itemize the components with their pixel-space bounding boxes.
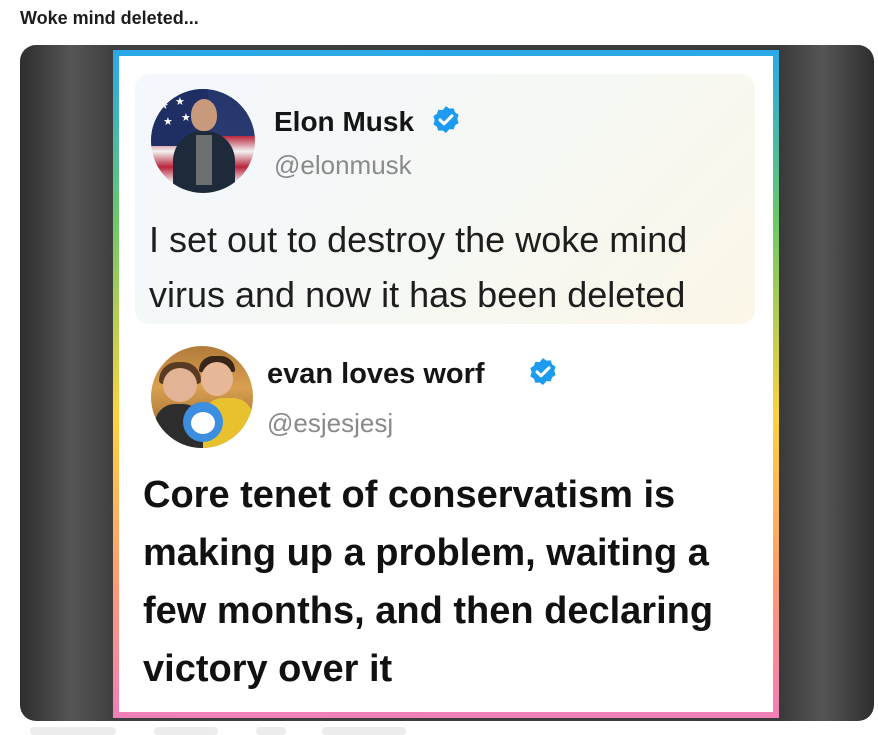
avatar-plush-face	[191, 412, 215, 434]
reply-author-name: evan loves worf	[267, 358, 485, 390]
star-icon: ★	[159, 100, 169, 112]
tweet-text: I set out to destroy the woke mind virus…	[149, 219, 688, 315]
tweet-screenshot-card: ★ ★ ★ ★ Elon Musk @elonmusk I set out to…	[119, 56, 773, 712]
avatar-person-head	[201, 362, 233, 396]
avatar-person-head	[191, 99, 217, 131]
avatar-person-shirt	[196, 135, 212, 185]
reply-text: Core tenet of conservatism is making up …	[143, 474, 714, 690]
verified-badge-icon	[433, 106, 459, 134]
star-icon: ★	[175, 96, 185, 108]
avatar-person-head	[163, 368, 197, 402]
star-icon: ★	[163, 116, 173, 128]
star-icon: ★	[181, 112, 191, 124]
post-title: Woke mind deleted...	[20, 8, 199, 28]
action-button-peek[interactable]	[30, 727, 116, 735]
avatar-evan	[151, 346, 253, 448]
reply-author-handle: @esjesjesj	[267, 408, 394, 438]
action-button-peek[interactable]	[154, 727, 218, 735]
action-button-peek[interactable]	[256, 727, 286, 735]
avatar-elon: ★ ★ ★ ★	[151, 89, 255, 193]
tweet-author-handle: @elonmusk	[274, 150, 412, 180]
action-button-peek[interactable]	[322, 727, 406, 735]
tweet-author-name: Elon Musk	[274, 106, 415, 137]
verified-badge-icon	[530, 358, 556, 386]
